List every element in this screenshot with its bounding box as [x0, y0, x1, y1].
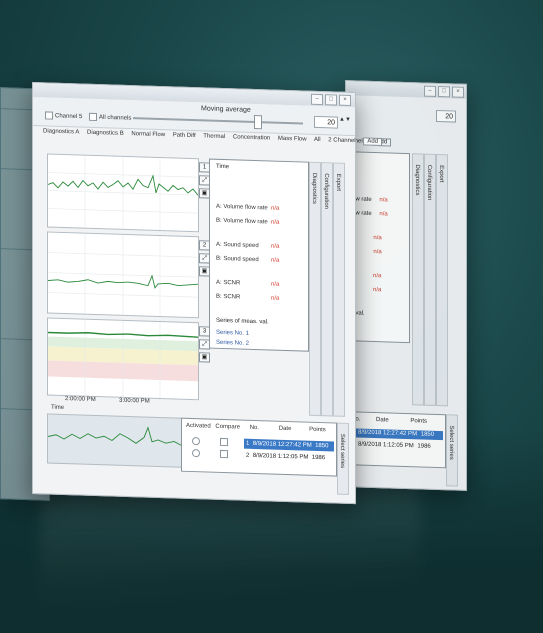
back-table-row[interactable]: 2 8/9/2018 1:12:05 PM 1986	[349, 440, 443, 452]
tab-export[interactable]: Export	[333, 162, 345, 417]
overview-chart[interactable]	[47, 413, 183, 468]
back-series-table: No. Date Points 1 8/9/2018 12:27:42 PM 1…	[346, 411, 446, 469]
time-axis-label: Time	[51, 404, 65, 412]
channel-checkbox[interactable]	[45, 111, 53, 120]
trace-line	[47, 426, 183, 447]
chart-3[interactable]	[47, 317, 199, 401]
close-icon[interactable]: ×	[339, 94, 351, 107]
moving-average-input[interactable]: 20	[314, 115, 338, 129]
back-moving-average-input[interactable]: 20	[436, 109, 456, 123]
tab-concentration[interactable]: Concentration	[233, 134, 270, 141]
time-tick: 2:00:00 PM	[65, 396, 96, 404]
legend-series-title: Series of meas. val.	[216, 317, 269, 326]
tab-diagnostics-side[interactable]: Diagnostics	[309, 161, 321, 417]
tab-diagnostics-a[interactable]: Diagnostics A	[43, 128, 79, 135]
chart-3-plot	[48, 319, 198, 399]
moving-average-label: Moving average	[201, 105, 251, 114]
spinner-icon[interactable]: ▲▼	[339, 117, 351, 123]
legend-row: B: SCNR n/a	[216, 293, 280, 302]
tab-select-series[interactable]: Select series	[337, 422, 349, 495]
legend-row: B: Volume flow rate n/a	[216, 217, 280, 226]
back-tab-export[interactable]: Export	[436, 153, 448, 407]
gridlines	[48, 233, 198, 317]
main-window: – □ × Moving average 20 ▲▼ Channel 5 All…	[32, 82, 382, 505]
gridlines	[48, 155, 198, 231]
minimize-icon[interactable]: –	[424, 85, 436, 97]
back-legend-row: n/a	[373, 272, 382, 280]
tab-normal-flow[interactable]: Normal Flow	[131, 131, 165, 138]
chart-1[interactable]	[47, 153, 199, 233]
tab-2-channel[interactable]: 2 Channel	[328, 137, 355, 144]
legend-panel: Time A: Volume flow rate n/a B: Volume fl…	[209, 158, 309, 352]
back-titlebar: – □ ×	[346, 81, 466, 99]
tab-mass-flow[interactable]: Mass Flow	[278, 136, 307, 143]
back-legend-row: n/a	[373, 286, 382, 294]
chart-2-plot	[48, 233, 198, 317]
legend-row: A: SCNR n/a	[216, 279, 280, 288]
channel-checkbox-label: Channel 5	[55, 113, 83, 121]
back-tab-select-series[interactable]: Select series	[446, 414, 458, 487]
overview-plot	[47, 426, 183, 447]
chart-1-plot	[48, 155, 198, 231]
tab-thermal[interactable]: Thermal	[203, 133, 225, 140]
all-channels-checkbox[interactable]	[89, 112, 98, 122]
tab-configuration[interactable]: Configuration	[321, 162, 333, 417]
back-tab-diagnostics[interactable]: Diagnostics	[412, 153, 424, 406]
slider-thumb[interactable]	[254, 114, 262, 130]
chart-2[interactable]	[47, 231, 199, 319]
tab-path-diff[interactable]: Path Diff	[173, 132, 196, 139]
all-channels-label: All channels	[99, 114, 132, 122]
moving-average-slider[interactable]	[133, 117, 303, 125]
legend-row: A: Sound speed n/a	[216, 241, 280, 250]
tab-diagnostics-b[interactable]: Diagnostics B	[87, 130, 124, 137]
series-table: Activated Compare No. Date Points 1 8/9/…	[181, 417, 337, 477]
table-row[interactable]: 2 8/9/2018 1:12:05 PM 1986	[186, 449, 334, 464]
legend-time: Time	[216, 163, 230, 171]
lock-icon[interactable]: ▣	[199, 352, 210, 363]
back-table-row[interactable]: 1 8/9/2018 12:27:42 PM 1850	[349, 428, 443, 441]
legend-series-2[interactable]: Series No. 2	[216, 340, 304, 349]
maximize-icon[interactable]: □	[438, 86, 450, 98]
legend-row: B: Sound speed n/a	[216, 255, 280, 264]
compare-checkbox[interactable]	[219, 450, 228, 459]
tab-all[interactable]: All	[314, 137, 321, 143]
compare-checkbox[interactable]	[219, 438, 228, 447]
maximize-icon[interactable]: □	[325, 94, 337, 106]
legend-row: A: Volume flow rate n/a	[216, 203, 280, 212]
table-header: Activated Compare No. Date Points	[186, 422, 326, 434]
minimize-icon[interactable]: –	[311, 93, 323, 106]
add-button[interactable]: Add	[363, 137, 382, 146]
legend-series-1[interactable]: Series No. 1	[216, 330, 304, 339]
activated-radio[interactable]	[192, 437, 200, 446]
close-icon[interactable]: ×	[452, 86, 464, 98]
time-tick: 3:00:00 PM	[119, 397, 150, 405]
activated-radio[interactable]	[192, 449, 200, 458]
back-tab-configuration[interactable]: Configuration	[424, 153, 436, 406]
